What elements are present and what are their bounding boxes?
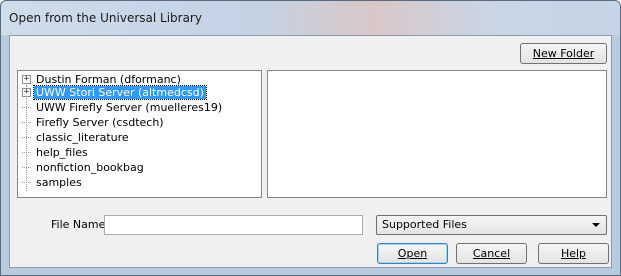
title-bar[interactable]: Open from the Universal Library	[1, 1, 620, 35]
tree-branch-line	[22, 137, 31, 138]
library-tree[interactable]: + Dustin Forman (dformanc) + UWW Stori S…	[17, 70, 262, 198]
chevron-down-icon[interactable]	[592, 223, 600, 227]
open-label: Open	[397, 247, 428, 260]
tree-item[interactable]: classic_literature	[22, 131, 131, 144]
file-type-select[interactable]: Supported Files	[376, 215, 607, 235]
tree-item[interactable]: nonfiction_bookbag	[22, 161, 146, 174]
tree-item-label: UWW Stori Server (altmedcsd)	[33, 85, 207, 100]
new-folder-button[interactable]: New Folder	[520, 43, 607, 64]
tree-item-label: classic_literature	[36, 131, 129, 144]
help-label: Help	[560, 247, 587, 260]
tree-item-label: samples	[36, 176, 82, 189]
preview-pane	[267, 70, 607, 198]
tree-item[interactable]: samples	[22, 176, 84, 189]
tree-item-label: Dustin Forman (dformanc)	[36, 73, 181, 86]
tree-branch-line	[22, 167, 31, 168]
tree-branch-line	[22, 122, 31, 123]
plus-icon[interactable]: +	[22, 88, 31, 97]
tree-branch-line	[22, 182, 31, 183]
new-folder-label: New Folder	[532, 47, 595, 60]
tree-item-selected[interactable]: + UWW Stori Server (altmedcsd)	[22, 85, 207, 100]
tree-item[interactable]: + Dustin Forman (dformanc)	[22, 73, 183, 86]
tree-item[interactable]: UWW Firefly Server (muelleres19)	[22, 101, 224, 114]
dialog-body: New Folder + Dustin Forman (dformanc) + …	[9, 35, 612, 268]
tree-branch-line	[22, 107, 31, 108]
cancel-label: Cancel	[472, 247, 511, 260]
plus-icon[interactable]: +	[22, 75, 31, 84]
file-name-input[interactable]	[104, 215, 363, 235]
file-name-label: File Name:	[51, 218, 110, 231]
file-type-selected-value: Supported Files	[382, 218, 467, 231]
tree-branch-line	[22, 152, 31, 153]
tree-item-label: Firefly Server (csdtech)	[36, 116, 164, 129]
help-button[interactable]: Help	[538, 243, 609, 264]
tree-item-label: nonfiction_bookbag	[36, 161, 144, 174]
tree-item-label: UWW Firefly Server (muelleres19)	[36, 101, 223, 114]
tree-item[interactable]: Firefly Server (csdtech)	[22, 116, 166, 129]
tree-item-label: help_files	[36, 146, 88, 159]
tree-item[interactable]: help_files	[22, 146, 90, 159]
open-button[interactable]: Open	[377, 243, 448, 264]
dialog-window: Open from the Universal Library New Fold…	[0, 0, 621, 276]
cancel-button[interactable]: Cancel	[456, 243, 527, 264]
window-title: Open from the Universal Library	[9, 11, 202, 25]
